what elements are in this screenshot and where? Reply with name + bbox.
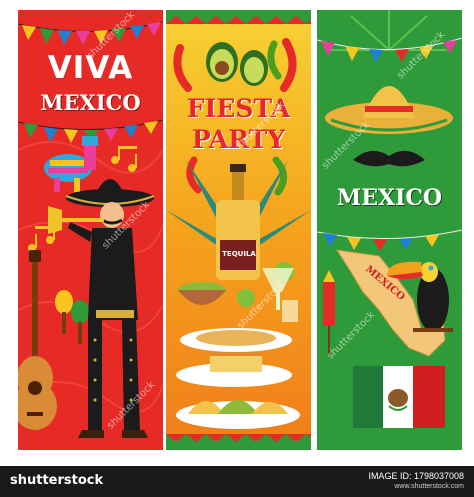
banner-title-mexico: MEXICO (40, 90, 141, 115)
mexican-flag (353, 366, 445, 428)
image-id: IMAGE ID: 1798037008 (368, 471, 464, 481)
mexico-banner: MEXICO MEXICO (317, 10, 462, 450)
banner-title-fiesta: FIESTA (186, 94, 291, 123)
footer-bar: shutterstock IMAGE ID: 1798037008 www.sh… (0, 466, 474, 497)
mexico-illustration (317, 10, 462, 450)
viva-mexico-banner: VIVA MEXICO (18, 10, 163, 450)
bottle-label: TEQUILA (222, 250, 256, 258)
fiesta-party-banner: FIESTA PARTY TEQUILA (166, 10, 311, 450)
fiesta-party-illustration (166, 10, 311, 450)
banner-title-mexico: MEXICO (336, 185, 443, 211)
site-url: www.shutterstock.com (394, 483, 464, 490)
food-plates (176, 328, 300, 429)
shutterstock-logo: shutterstock (10, 473, 104, 488)
